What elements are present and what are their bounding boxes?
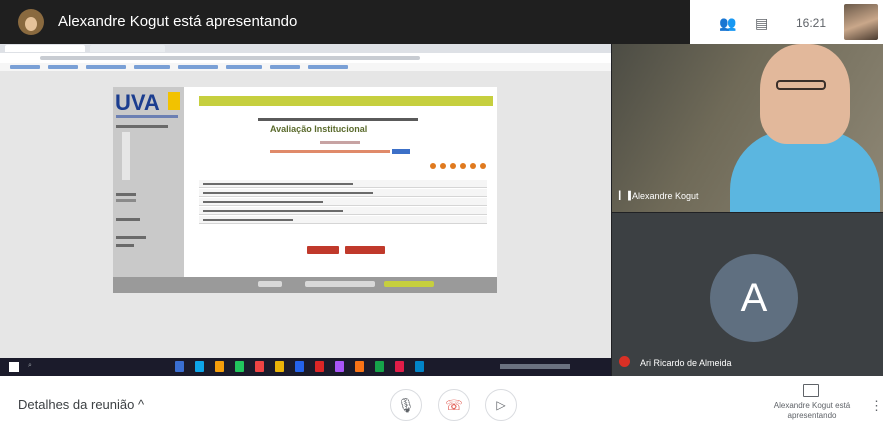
sidebar-item[interactable] xyxy=(116,244,134,247)
url-field xyxy=(40,56,420,60)
people-icon[interactable]: 👥 xyxy=(719,15,736,32)
bookmark xyxy=(10,65,40,69)
sidebar-item[interactable] xyxy=(116,199,136,202)
rating-dot xyxy=(480,163,486,169)
presenter-avatar xyxy=(18,9,44,35)
taskbar-app-icon[interactable] xyxy=(255,361,264,372)
rating-dot xyxy=(450,163,456,169)
mic-button[interactable]: 🎙 xyxy=(390,389,422,421)
rating-dot xyxy=(470,163,476,169)
bookmark xyxy=(270,65,300,69)
bookmark xyxy=(308,65,348,69)
page-link[interactable] xyxy=(392,149,410,154)
presenter-video-glasses xyxy=(776,80,826,90)
page-subtitle-line xyxy=(320,141,360,144)
survey-row-text xyxy=(203,183,353,185)
hangup-icon: ☏ xyxy=(445,396,463,413)
taskbar-app-icon[interactable] xyxy=(215,361,224,372)
taskbar-app-icon[interactable] xyxy=(295,361,304,372)
taskbar-app-icon[interactable] xyxy=(335,361,344,372)
survey-row-text xyxy=(203,219,293,221)
taskbar-search[interactable]: ⌕ xyxy=(28,362,32,370)
uva-logo-mark xyxy=(168,92,180,110)
taskbar-app-icon[interactable] xyxy=(175,361,184,372)
rating-dot xyxy=(430,163,436,169)
bookmark xyxy=(86,65,126,69)
present-icon[interactable] xyxy=(803,384,819,397)
sidebar-item[interactable] xyxy=(116,193,136,196)
participant-avatar: A xyxy=(710,254,798,342)
camera-icon: ▷ xyxy=(496,398,506,412)
clock: 16:21 xyxy=(796,16,827,30)
footer-item[interactable] xyxy=(305,281,375,287)
page-title: Avaliação Institucional xyxy=(270,124,368,134)
audio-indicator-icon: ▎▐ xyxy=(619,191,631,200)
bookmark xyxy=(178,65,218,69)
hangup-button[interactable]: ☏ xyxy=(438,389,470,421)
windows-start-icon[interactable] xyxy=(9,362,19,372)
rating-dot xyxy=(440,163,446,169)
sidebar-item[interactable] xyxy=(116,218,140,221)
footer-item[interactable] xyxy=(384,281,434,287)
sidebar-item[interactable] xyxy=(116,125,168,128)
taskbar-app-icon[interactable] xyxy=(395,361,404,372)
present-status-label: Alexandre Kogut está apresentando xyxy=(773,401,851,420)
page-banner xyxy=(199,96,493,106)
meeting-details-button[interactable]: Detalhes da reunião ^ xyxy=(18,397,144,412)
page-button[interactable] xyxy=(345,246,385,254)
logo-subtitle xyxy=(116,115,178,118)
taskbar-app-icon[interactable] xyxy=(375,361,384,372)
taskbar-app-icon[interactable] xyxy=(275,361,284,372)
system-tray[interactable] xyxy=(500,364,570,369)
page-header-line xyxy=(258,118,418,121)
participant-name-label: Ari Ricardo de Almeida xyxy=(640,358,732,368)
taskbar-app-icon[interactable] xyxy=(235,361,244,372)
taskbar-app-icon[interactable] xyxy=(195,361,204,372)
muted-mic-icon xyxy=(619,356,630,367)
chat-icon[interactable]: ▤ xyxy=(755,15,768,32)
page-button[interactable] xyxy=(307,246,339,254)
sidebar-item[interactable] xyxy=(116,236,146,239)
bookmark xyxy=(134,65,170,69)
more-options-icon[interactable]: ⋮ xyxy=(870,398,883,414)
meeting-details-label: Detalhes da reunião xyxy=(18,397,135,412)
presenter-video-face xyxy=(760,44,850,144)
sidebar-panel xyxy=(122,132,130,180)
browser-tab xyxy=(5,45,85,52)
bookmark xyxy=(48,65,78,69)
taskbar-app-icon[interactable] xyxy=(415,361,424,372)
rating-dot xyxy=(460,163,466,169)
survey-row-text xyxy=(203,210,343,212)
footer-item[interactable] xyxy=(258,281,282,287)
taskbar-app-icon[interactable] xyxy=(315,361,324,372)
self-view-thumbnail[interactable] xyxy=(844,4,878,40)
page-instruction-line xyxy=(270,150,390,153)
presenter-name-label: Alexandre Kogut xyxy=(632,191,699,201)
presenting-status-text: Alexandre Kogut está apresentando xyxy=(58,13,298,30)
bookmark xyxy=(226,65,262,69)
survey-row-text xyxy=(203,192,373,194)
chevron-up-icon: ^ xyxy=(137,397,145,412)
uva-logo: UVA xyxy=(115,90,160,115)
camera-button[interactable]: ▷ xyxy=(485,389,517,421)
mic-icon: 🎙 xyxy=(397,396,415,413)
browser-tab xyxy=(90,45,165,52)
taskbar-app-icon[interactable] xyxy=(355,361,364,372)
survey-row-text xyxy=(203,201,323,203)
